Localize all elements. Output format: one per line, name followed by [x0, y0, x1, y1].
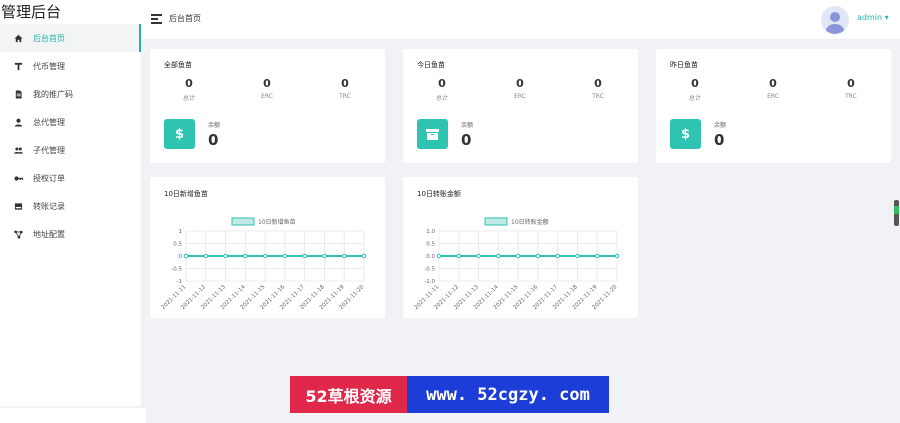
- y-tick-label: 0: [179, 254, 183, 260]
- chart-card-transfer-amount: 10日转账金额 10日转账金额 1.0 0.5 0.0 -0.5 -1.0 2021-11-…: [403, 177, 638, 318]
- menu-icon[interactable]: [151, 14, 162, 24]
- network-icon: [13, 229, 23, 239]
- line-chart-transfer-amount: 10日转账金额1.00.50.0-0.5-1.02021-11-112021-1…: [414, 217, 620, 311]
- stat-erc: 0 ERC: [514, 77, 526, 100]
- sidebar-item-tokens[interactable]: 代币管理: [0, 52, 141, 80]
- data-point: [203, 253, 209, 259]
- balance-value: 0: [714, 131, 725, 149]
- watermark-right: www. 52cgzy. com: [407, 376, 609, 413]
- sidebar-item-promo-code[interactable]: 我的推广码: [0, 80, 141, 108]
- legend-label: 10日转账金额: [511, 218, 549, 226]
- stat-card-today: 今日鱼苗 0 总计 0 ERC 0 TRC 余额 0: [403, 49, 638, 163]
- sidebar-item-home[interactable]: 后台首页: [0, 24, 141, 52]
- coin-icon: [13, 61, 23, 71]
- sidebar: 管理后台 后台首页 代币管理 我的推广码 总代管理 子代管理 授权订单 转账记录…: [0, 0, 141, 406]
- sidebar-item-label: 转账记录: [33, 201, 65, 211]
- data-point: [496, 253, 501, 259]
- data-point: [302, 253, 307, 259]
- y-tick-label: 0.5: [173, 242, 182, 248]
- y-tick-label: -1.0: [424, 279, 435, 285]
- balance-value: 0: [461, 131, 472, 149]
- stat-total: 0 总计: [688, 77, 701, 102]
- line-chart-new-fish: 10日新增鱼苗10.50-0.5-12021-11-112021-11-1220…: [161, 217, 367, 311]
- data-point: [282, 253, 288, 259]
- data-point: [476, 253, 481, 259]
- data-point: [515, 253, 521, 259]
- sidebar-item-transfers[interactable]: 转账记录: [0, 192, 141, 220]
- stat-card-yesterday: 昨日鱼苗 0 总计 0 ERC 0 TRC $ 余额 0: [656, 49, 891, 163]
- sidebar-item-sub-agents[interactable]: 子代管理: [0, 136, 141, 164]
- sidebar-item-label: 后台首页: [33, 33, 65, 43]
- document-icon: [13, 89, 23, 99]
- data-point: [614, 253, 620, 259]
- data-point: [575, 253, 580, 259]
- stat-erc: 0 ERC: [261, 77, 273, 100]
- stat-trc: 0 TRC: [845, 77, 857, 100]
- sidebar-item-label: 子代管理: [33, 145, 65, 155]
- data-point: [322, 253, 327, 259]
- y-tick-label: 1.0: [426, 229, 435, 235]
- sidebar-item-label: 总代管理: [33, 117, 65, 127]
- data-point: [361, 253, 367, 259]
- stat-trc: 0 TRC: [339, 77, 351, 100]
- sidebar-item-label: 代币管理: [33, 61, 65, 71]
- data-point: [243, 253, 248, 259]
- balance-label: 余额: [714, 122, 727, 129]
- stat-card-title: 今日鱼苗: [417, 61, 445, 69]
- user-menu-dropdown[interactable]: admin ▾: [857, 13, 889, 22]
- y-tick-label: -0.5: [424, 267, 435, 273]
- y-tick-label: 0.5: [426, 242, 435, 248]
- sidebar-footer: [0, 408, 146, 423]
- y-tick-label: -0.5: [171, 267, 182, 273]
- legend-label: 10日新增鱼苗: [258, 218, 296, 226]
- balance-label: 余额: [461, 122, 474, 129]
- stat-card-all: 全部鱼苗 0 总计 0 ERC 0 TRC $ 余额 0: [150, 49, 385, 163]
- stat-card-title: 昨日鱼苗: [670, 61, 698, 69]
- legend-swatch: [231, 217, 255, 226]
- scroll-handle[interactable]: [894, 200, 899, 226]
- sidebar-item-label: 地址配置: [33, 229, 65, 239]
- archive-icon: [417, 119, 448, 149]
- sidebar-item-label: 我的推广码: [33, 89, 73, 99]
- watermark-left: 52草根资源: [290, 376, 407, 413]
- stat-erc: 0 ERC: [767, 77, 779, 100]
- stat-total: 0 总计: [435, 77, 448, 102]
- legend-swatch: [484, 217, 508, 226]
- stat-total: 0 总计: [182, 77, 195, 102]
- sidebar-item-label: 授权订单: [33, 173, 65, 183]
- y-tick-label: 0.0: [426, 254, 435, 260]
- chart-card-new-fish: 10日新增鱼苗 10日新增鱼苗 1 0.5 0 -0.5 -1 2021-11-11 2021…: [150, 177, 385, 318]
- y-tick-label: -1: [177, 279, 182, 285]
- y-tick-label: 1: [179, 229, 183, 235]
- data-point: [456, 253, 462, 259]
- data-point: [436, 253, 442, 259]
- home-icon: [13, 33, 23, 43]
- stat-card-title: 全部鱼苗: [164, 61, 192, 69]
- sidebar-item-auth-orders[interactable]: 授权订单: [0, 164, 141, 192]
- dollar-icon: $: [164, 119, 195, 149]
- avatar-icon[interactable]: [821, 6, 849, 34]
- breadcrumb: 后台首页: [169, 14, 201, 23]
- data-point: [183, 253, 189, 259]
- chart-title: 10日新增鱼苗: [164, 190, 208, 198]
- sidebar-item-address-config[interactable]: 地址配置: [0, 220, 141, 248]
- users-icon: [13, 145, 23, 155]
- data-point: [535, 253, 541, 259]
- balance-value: 0: [208, 131, 219, 149]
- data-point: [555, 253, 560, 259]
- data-point: [262, 253, 268, 259]
- key-icon: [13, 173, 23, 183]
- stat-trc: 0 TRC: [592, 77, 604, 100]
- chart-title: 10日转账金额: [417, 190, 461, 198]
- top-bar: 后台首页 admin ▾: [141, 0, 900, 40]
- dollar-icon: $: [670, 119, 701, 149]
- sidebar-item-agents[interactable]: 总代管理: [0, 108, 141, 136]
- user-icon: [13, 117, 23, 127]
- data-point: [341, 253, 347, 259]
- brand-title: 管理后台: [1, 3, 62, 21]
- balance-label: 余额: [208, 122, 221, 129]
- data-point: [223, 253, 228, 259]
- data-point: [594, 253, 600, 259]
- card-icon: [13, 201, 23, 211]
